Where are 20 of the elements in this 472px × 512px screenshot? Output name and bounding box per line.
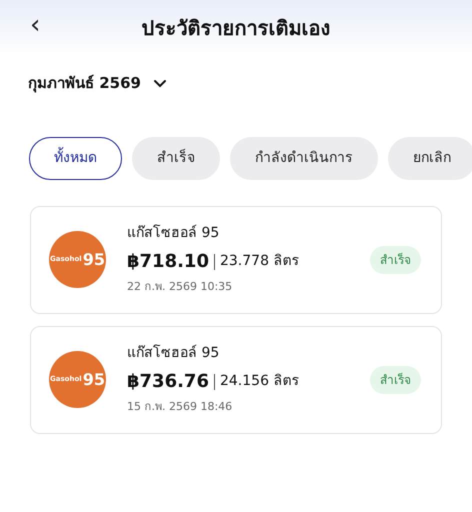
filter-chip[interactable]: ยกเลิก [388,136,472,180]
logo-grade: 95 [82,248,105,270]
filter-chip[interactable]: กำลังดำเนินการ [230,136,378,180]
transaction-datetime: 22 ก.พ. 2569 10:35 [127,279,234,296]
filter-chip[interactable]: สำเร็จ [132,136,220,180]
back-button[interactable]: ‹ [30,12,40,38]
page-title: ประวัติรายการเติมเอง [142,15,330,42]
transaction-datetime: 15 ก.พ. 2569 18:46 [127,399,234,416]
fuel-name: แก๊สโซฮอล์ 95 [127,344,220,364]
logo-grade: 95 [82,368,105,390]
filter-chip[interactable]: ทั้งหมด [29,136,122,180]
month-selector[interactable]: กุมภาพันธ์ 2569 [28,72,167,94]
status-badge: สำเร็จ [370,246,421,274]
fuel-name: แก๊สโซฮอล์ 95 [127,224,220,244]
status-badge: สำเร็จ [370,366,421,394]
volume: 23.778 ลิตร [220,252,300,272]
volume: 24.156 ลิตร [220,372,300,392]
amount: ฿736.76 [127,370,209,394]
amount: ฿718.10 [127,250,209,274]
chevron-down-icon [152,78,167,88]
